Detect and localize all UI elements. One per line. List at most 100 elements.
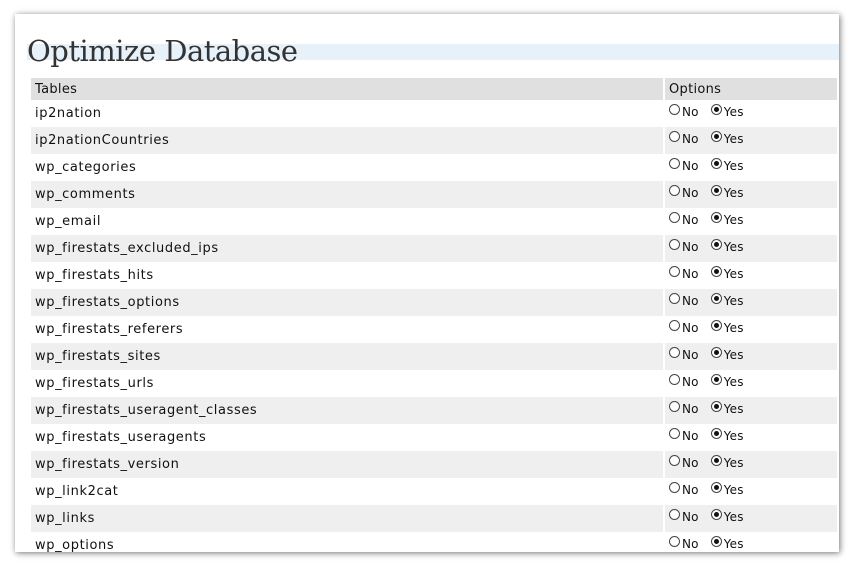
option-yes-radio-group[interactable]: Yes: [710, 508, 744, 524]
option-yes-radio[interactable]: [710, 400, 722, 412]
table-name-cell: wp_firestats_excluded_ips: [31, 235, 663, 262]
option-no-radio-group[interactable]: No: [669, 454, 699, 471]
option-no-label: No: [682, 294, 699, 309]
options-cell: No Yes: [665, 154, 837, 181]
option-yes-radio-group[interactable]: Yes: [710, 454, 744, 471]
option-no-radio-group[interactable]: No: [669, 319, 699, 335]
option-yes-radio[interactable]: [710, 130, 722, 142]
option-no-radio[interactable]: [669, 157, 680, 169]
table-row: wp_comments No Yes: [31, 181, 837, 208]
option-no-radio[interactable]: [669, 400, 680, 412]
option-no-label: No: [682, 348, 699, 363]
option-yes-radio-group[interactable]: Yes: [710, 292, 744, 308]
option-yes-radio[interactable]: [710, 211, 722, 223]
option-yes-radio[interactable]: [710, 319, 722, 331]
option-no-radio-group[interactable]: No: [669, 427, 699, 443]
option-no-radio[interactable]: [669, 346, 680, 358]
options-cell: No Yes: [665, 478, 837, 505]
table-row: wp_firestats_hits No Yes: [31, 262, 837, 289]
option-no-radio[interactable]: [669, 481, 680, 493]
option-yes-radio[interactable]: [710, 508, 722, 520]
option-yes-radio[interactable]: [710, 292, 722, 304]
options-cell: No Yes: [665, 532, 837, 552]
option-yes-radio[interactable]: [710, 103, 722, 115]
option-yes-radio-group[interactable]: Yes: [710, 346, 744, 362]
option-no-radio-group[interactable]: No: [669, 346, 699, 363]
option-no-radio-group[interactable]: No: [669, 157, 699, 173]
option-yes-radio[interactable]: [710, 454, 722, 466]
option-yes-radio-group[interactable]: Yes: [710, 427, 744, 444]
option-yes-radio[interactable]: [710, 346, 722, 358]
option-yes-radio[interactable]: [710, 238, 722, 250]
optimize-database-panel: Optimize Database Tables Options ip2nati…: [15, 14, 839, 552]
options-cell: No Yes: [665, 343, 837, 370]
option-no-radio-group[interactable]: No: [669, 265, 699, 281]
option-yes-radio[interactable]: [710, 184, 722, 196]
option-yes-radio-group[interactable]: Yes: [710, 211, 744, 227]
option-no-radio[interactable]: [669, 292, 680, 304]
option-no-radio-group[interactable]: No: [669, 184, 699, 200]
table-row: wp_firestats_version No Yes: [31, 451, 837, 478]
option-no-radio-group[interactable]: No: [669, 238, 699, 254]
option-yes-radio[interactable]: [710, 265, 722, 277]
options-column-header: Options: [665, 78, 837, 100]
option-yes-radio-group[interactable]: Yes: [710, 373, 744, 389]
option-yes-radio[interactable]: [710, 157, 722, 169]
table-row: wp_firestats_excluded_ips No Yes: [31, 235, 837, 262]
option-yes-label: Yes: [723, 429, 744, 444]
table-header-row: Tables Options: [31, 78, 837, 100]
option-no-radio-group[interactable]: No: [669, 130, 699, 146]
table-row: wp_options No Yes: [31, 532, 837, 552]
tables-options-table: Tables Options ip2nation No Yes ip2nationCo…: [29, 78, 839, 552]
option-no-radio-group[interactable]: No: [669, 211, 699, 228]
option-yes-radio-group[interactable]: Yes: [710, 238, 744, 254]
table-name-cell: wp_options: [35, 538, 115, 552]
option-no-radio-group[interactable]: No: [669, 400, 699, 416]
option-yes-radio-group[interactable]: Yes: [710, 481, 744, 497]
option-yes-radio[interactable]: [710, 535, 722, 547]
option-no-radio[interactable]: [669, 265, 680, 277]
option-no-radio-group[interactable]: No: [669, 508, 699, 524]
option-no-radio-group[interactable]: No: [669, 373, 699, 389]
option-no-radio-group[interactable]: No: [669, 292, 699, 309]
table-row: wp_email No Yes: [31, 208, 837, 235]
table-name-cell: ip2nationCountries: [31, 127, 663, 154]
option-yes-radio-group[interactable]: Yes: [710, 103, 744, 119]
option-no-radio-group[interactable]: No: [669, 481, 699, 497]
option-yes-label: Yes: [723, 321, 744, 336]
option-yes-radio-group[interactable]: Yes: [710, 265, 744, 281]
option-yes-radio-group[interactable]: Yes: [710, 319, 744, 336]
option-yes-radio-group[interactable]: Yes: [710, 184, 744, 200]
option-no-radio[interactable]: [669, 508, 680, 520]
option-no-label: No: [682, 456, 699, 471]
option-no-radio[interactable]: [669, 238, 680, 250]
options-cell: No Yes: [665, 181, 837, 208]
option-no-radio[interactable]: [669, 535, 680, 547]
options-cell: No Yes: [665, 451, 837, 478]
option-yes-radio-group[interactable]: Yes: [710, 535, 744, 551]
option-no-radio[interactable]: [669, 319, 680, 331]
table-name-cell: wp_comments: [31, 181, 663, 208]
options-cell: No Yes: [665, 127, 837, 154]
option-yes-radio[interactable]: [710, 373, 722, 385]
option-yes-label: Yes: [723, 456, 744, 471]
option-yes-radio[interactable]: [710, 481, 722, 493]
option-no-radio[interactable]: [669, 373, 680, 385]
option-no-radio[interactable]: [669, 103, 680, 115]
option-no-radio[interactable]: [669, 211, 680, 223]
option-no-radio[interactable]: [669, 184, 680, 196]
table-name-cell: wp_firestats_useragents: [35, 430, 207, 445]
option-no-radio[interactable]: [669, 454, 680, 466]
options-cell: No Yes: [665, 100, 837, 127]
option-no-radio-group[interactable]: No: [669, 535, 699, 551]
option-yes-radio-group[interactable]: Yes: [710, 157, 744, 173]
option-no-radio[interactable]: [669, 427, 680, 439]
table-row: wp_links No Yes: [31, 505, 837, 532]
option-yes-radio[interactable]: [710, 427, 722, 439]
option-no-radio-group[interactable]: No: [669, 103, 699, 119]
option-no-radio[interactable]: [669, 130, 680, 142]
option-yes-radio-group[interactable]: Yes: [710, 400, 744, 416]
option-yes-radio-group[interactable]: Yes: [710, 130, 744, 146]
options-cell: No Yes: [665, 370, 837, 397]
option-no-label: No: [682, 213, 699, 228]
